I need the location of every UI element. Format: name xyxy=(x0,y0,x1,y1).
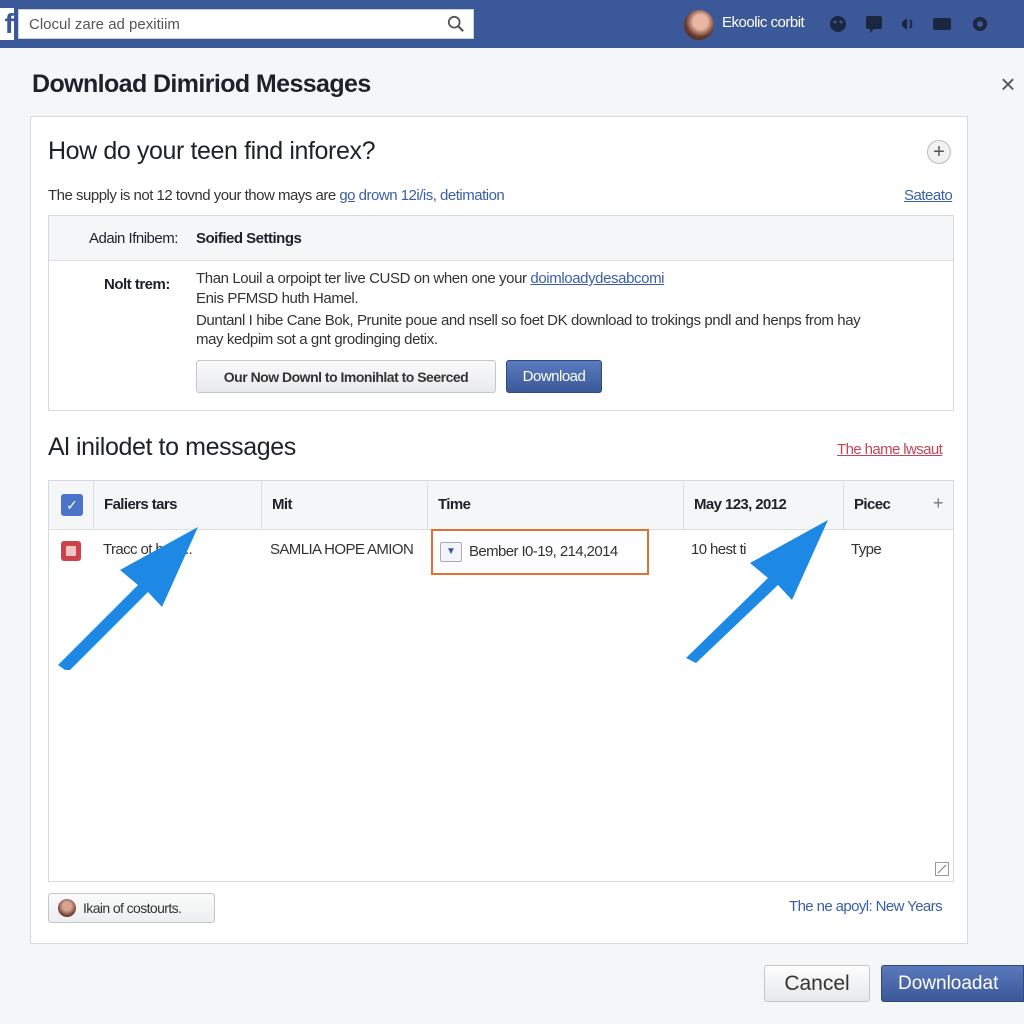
dialog-title: Download Dimiriod Messages xyxy=(32,70,371,98)
chevron-down-icon[interactable]: ▼ xyxy=(440,542,462,562)
column-header-1[interactable]: Faliers tars xyxy=(93,481,261,529)
note-line-4: may kedpim sot a gnt grodinging detix. xyxy=(196,331,438,348)
contacts-avatar xyxy=(58,899,76,917)
column-header-5[interactable]: Picec xyxy=(843,481,923,529)
row-time-value: Bember I0-19, 214,2014 xyxy=(469,543,618,560)
question-heading: How do your teen find inforex? xyxy=(48,137,376,165)
description-link[interactable]: drown 12i/is, detimation xyxy=(355,187,505,204)
download-dialog-button[interactable]: Downloadat xyxy=(881,965,1024,1002)
contacts-button[interactable]: Ikain of costourts. xyxy=(48,893,215,923)
facebook-logo[interactable]: f xyxy=(0,8,14,40)
description-text: The supply is not 12 tovnd your thow may… xyxy=(48,187,340,204)
messages-icon[interactable] xyxy=(864,14,884,34)
gear-icon[interactable] xyxy=(970,14,990,34)
search-icon[interactable] xyxy=(447,15,465,33)
row-cell-2[interactable]: SAMLIA HOPE AMION xyxy=(270,541,414,558)
note-line-1-text: Than Louil a orpoipt ter live CUSD on wh… xyxy=(196,270,531,287)
resize-handle-icon[interactable] xyxy=(935,862,949,876)
top-navigation-bar: f Ekoolic corbit xyxy=(0,0,1024,48)
download-url-link[interactable]: doimloadydesabcomi xyxy=(530,270,664,287)
search-input[interactable] xyxy=(19,10,439,38)
messages-heading: Al inilodet to messages xyxy=(48,433,296,461)
messages-link[interactable]: The hame lwsaut xyxy=(837,441,943,458)
note-label: Nolt trem: xyxy=(104,276,170,293)
secondary-download-button[interactable]: Our Now Downl to Imonihlat to Seerced xyxy=(196,360,496,393)
cancel-button[interactable]: Cancel xyxy=(764,965,870,1002)
user-avatar[interactable] xyxy=(684,10,714,40)
row-cell-5[interactable]: Type xyxy=(851,541,882,558)
select-all-checkbox[interactable]: ✓ xyxy=(61,494,83,516)
note-line-1: Than Louil a orpoipt ter live CUSD on wh… xyxy=(196,270,665,287)
description-link-go[interactable]: go xyxy=(339,187,355,204)
settings-icon[interactable] xyxy=(932,14,952,34)
settings-label: Adain Ifnibem: xyxy=(89,230,178,247)
column-header-time[interactable]: Time xyxy=(427,481,683,529)
friends-icon[interactable] xyxy=(828,14,848,34)
add-column-plus-icon[interactable]: + xyxy=(933,493,944,514)
highlighted-time-cell[interactable]: ▼ Bember I0-19, 214,2014 xyxy=(431,529,649,575)
download-button[interactable]: Download xyxy=(506,360,602,393)
annotation-arrow-right xyxy=(686,520,828,663)
user-name[interactable]: Ekoolic corbit xyxy=(722,14,805,31)
note-line-3: Duntanl I hibe Cane Bok, Prunite poue an… xyxy=(196,312,861,329)
contacts-label: Ikain of costourts. xyxy=(83,900,182,916)
close-icon[interactable]: × xyxy=(996,71,1020,97)
question-description: The supply is not 12 tovnd your thow may… xyxy=(48,187,505,204)
footer-link[interactable]: The ne apoyl: New Years xyxy=(789,898,943,915)
search-box[interactable] xyxy=(18,9,474,39)
notifications-icon[interactable] xyxy=(898,14,918,34)
note-line-2: Enis PFMSD huth Hamel. xyxy=(196,290,359,307)
settings-header: Adain Ifnibem: Soified Settings xyxy=(49,216,953,261)
annotation-arrow-left xyxy=(58,527,198,670)
side-link[interactable]: Sateato xyxy=(904,187,953,204)
column-header-2[interactable]: Mit xyxy=(261,481,427,529)
settings-value: Soified Settings xyxy=(196,230,302,247)
settings-box: Adain Ifnibem: Soified Settings Nolt tre… xyxy=(48,215,954,411)
expand-plus-icon[interactable]: + xyxy=(927,140,951,164)
